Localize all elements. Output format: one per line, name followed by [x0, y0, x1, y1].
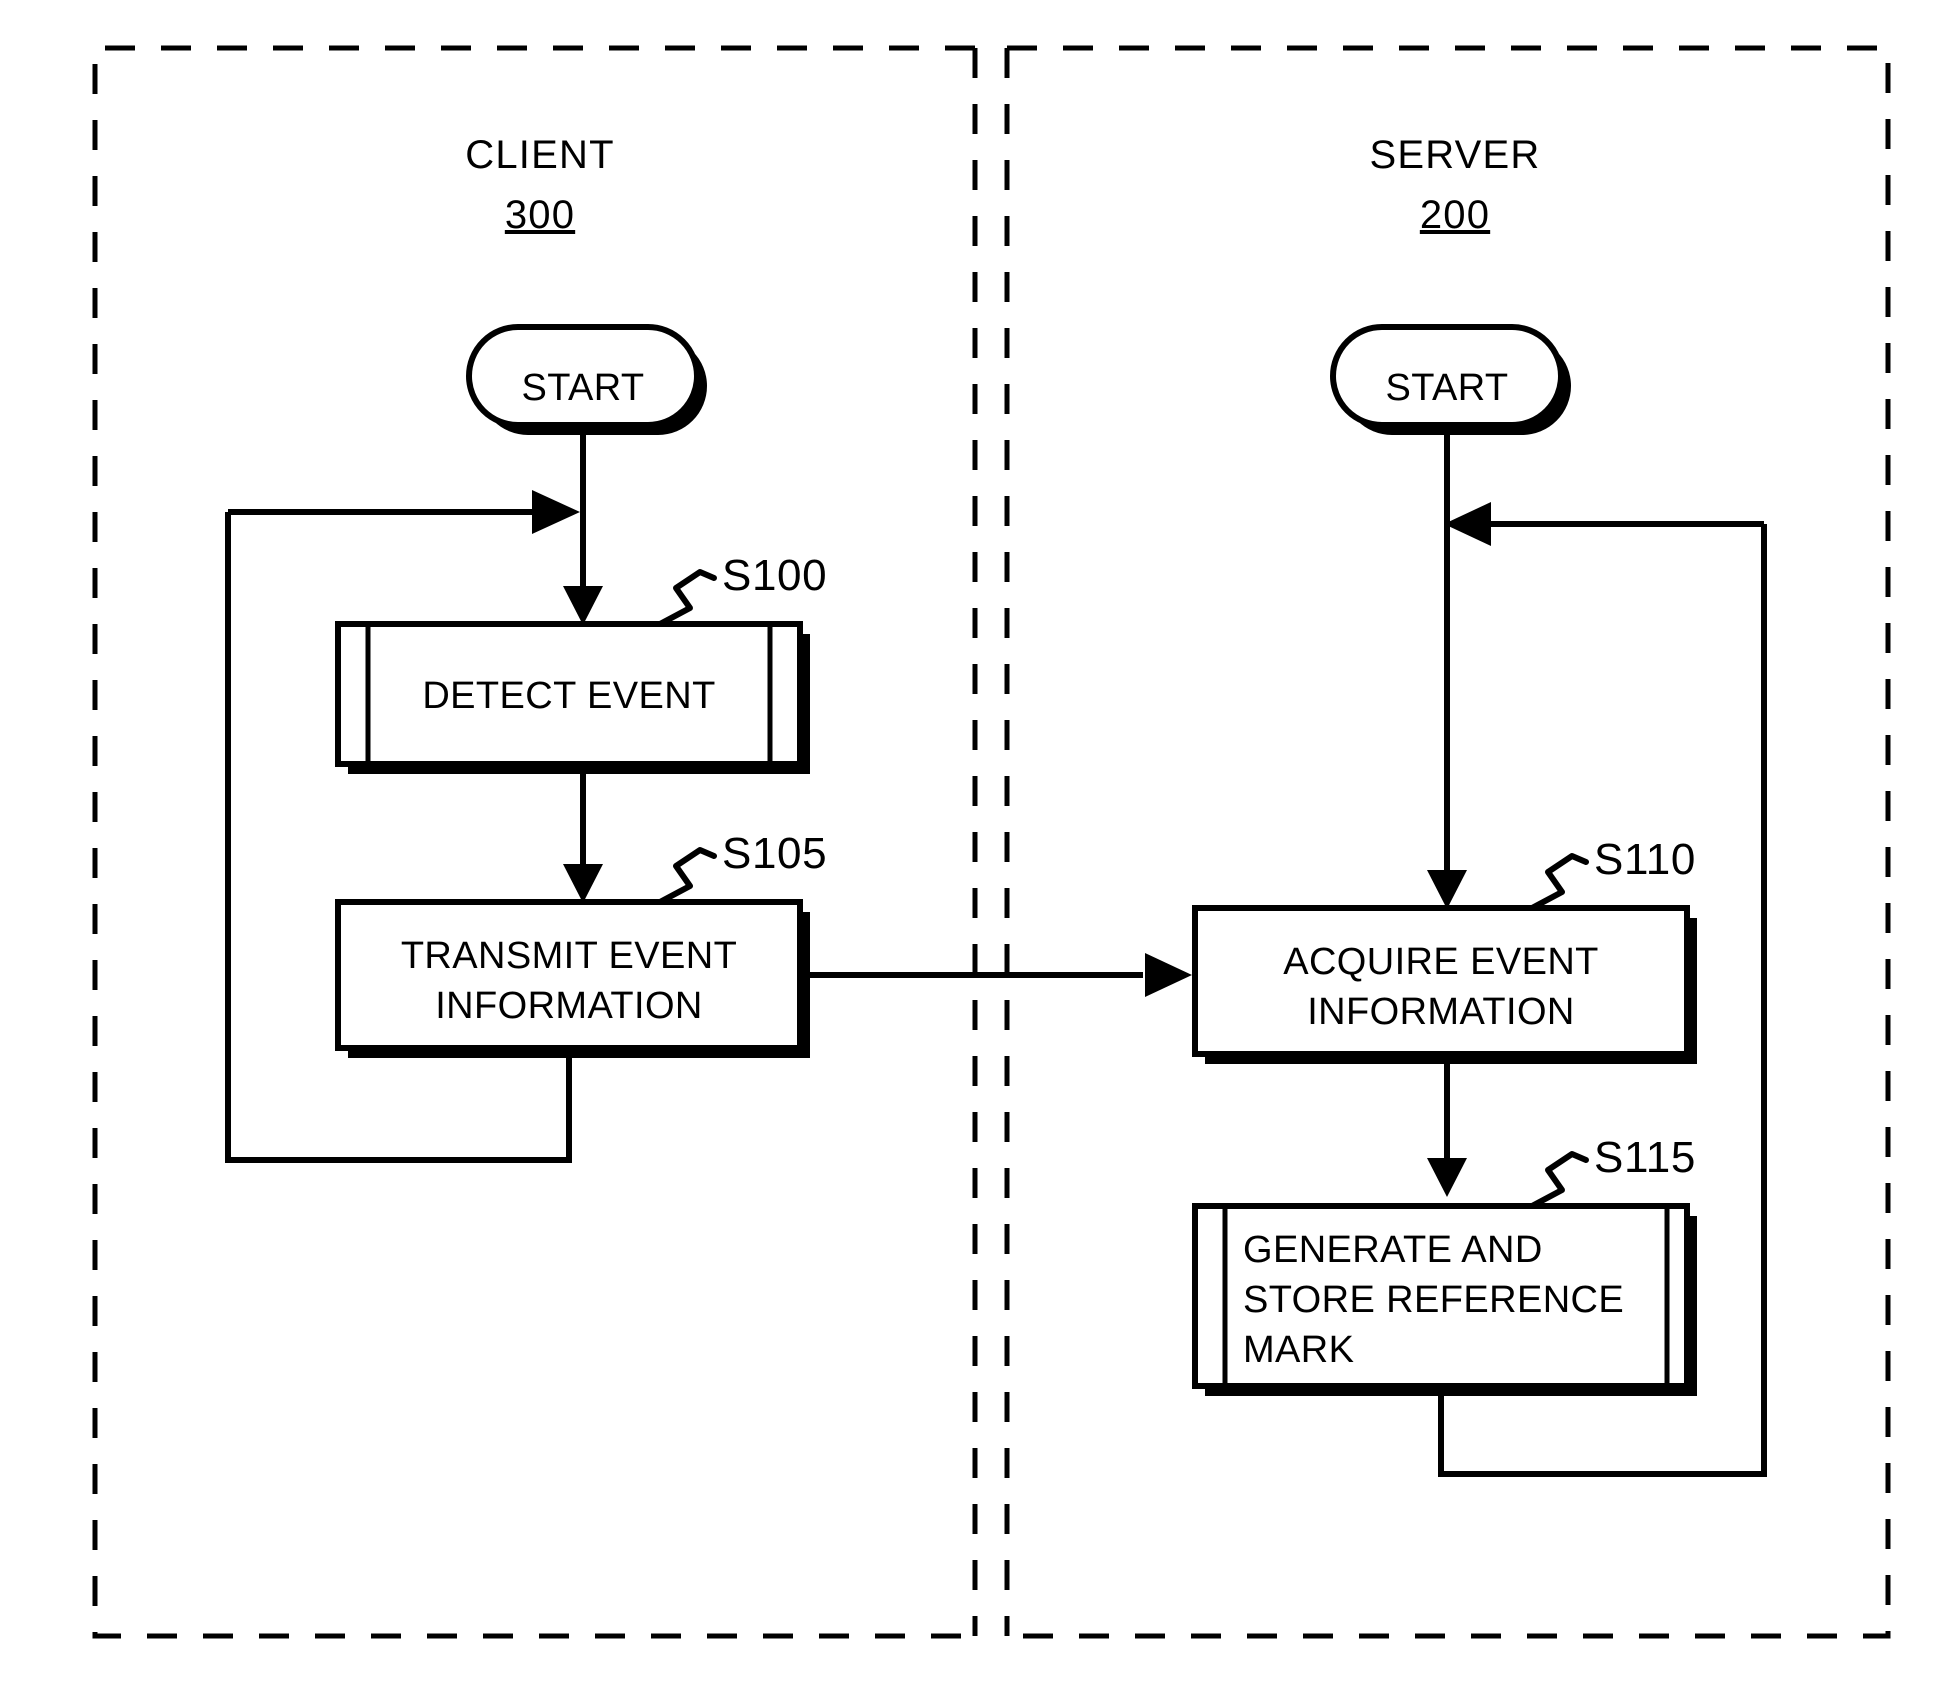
patent-flowchart-figure: CLIENT 300 SERVER 200 START DETECT EVENT: [0, 0, 1946, 1683]
client-to-server-transfer-arrowhead: [1145, 953, 1192, 997]
client-start-label: START: [521, 367, 644, 409]
detect-to-transmit-arrowhead: [563, 864, 603, 903]
client-feedback-loop-path: [225, 512, 572, 1163]
s115-step-tag: S115: [1594, 1133, 1696, 1182]
detect-event-label: DETECT EVENT: [422, 675, 715, 717]
s105-step-tag: S105: [722, 829, 827, 878]
flowchart-canvas: CLIENT 300 SERVER 200 START DETECT EVENT: [92, 45, 1891, 1639]
s100-leader-line: [657, 569, 717, 627]
client-start-to-detect-arrowhead: [563, 586, 603, 625]
client-lane-number: 300: [505, 193, 575, 237]
acquire-event-label-line1: ACQUIRE EVENT: [1283, 941, 1599, 983]
s105-leader-line: [657, 847, 717, 905]
s115-leader-line: [1529, 1151, 1589, 1209]
transmit-event-node: [335, 899, 810, 1058]
acquire-event-label-line2: INFORMATION: [1307, 991, 1575, 1033]
server-start-label: START: [1385, 367, 1508, 409]
generate-store-label-line3: MARK: [1243, 1329, 1354, 1371]
transmit-event-label-line1: TRANSMIT EVENT: [401, 935, 737, 977]
generate-store-label-line2: STORE REFERENCE: [1243, 1279, 1624, 1321]
acquire-event-node: [1192, 905, 1697, 1064]
client-lane-title: CLIENT: [465, 133, 614, 177]
s110-step-tag: S110: [1594, 835, 1696, 884]
acquire-to-generate-arrowhead: [1427, 1158, 1467, 1197]
client-loop-return-arrowhead: [532, 490, 580, 534]
server-lane-number: 200: [1420, 193, 1490, 237]
server-start-to-acquire-arrowhead: [1427, 870, 1467, 909]
transmit-event-label-line2: INFORMATION: [435, 985, 703, 1027]
s110-leader-line: [1529, 853, 1589, 911]
s100-step-tag: S100: [722, 551, 827, 600]
generate-store-label-line1: GENERATE AND: [1243, 1229, 1543, 1271]
server-lane-title: SERVER: [1370, 133, 1541, 177]
server-loop-return-arrowhead: [1444, 502, 1491, 546]
